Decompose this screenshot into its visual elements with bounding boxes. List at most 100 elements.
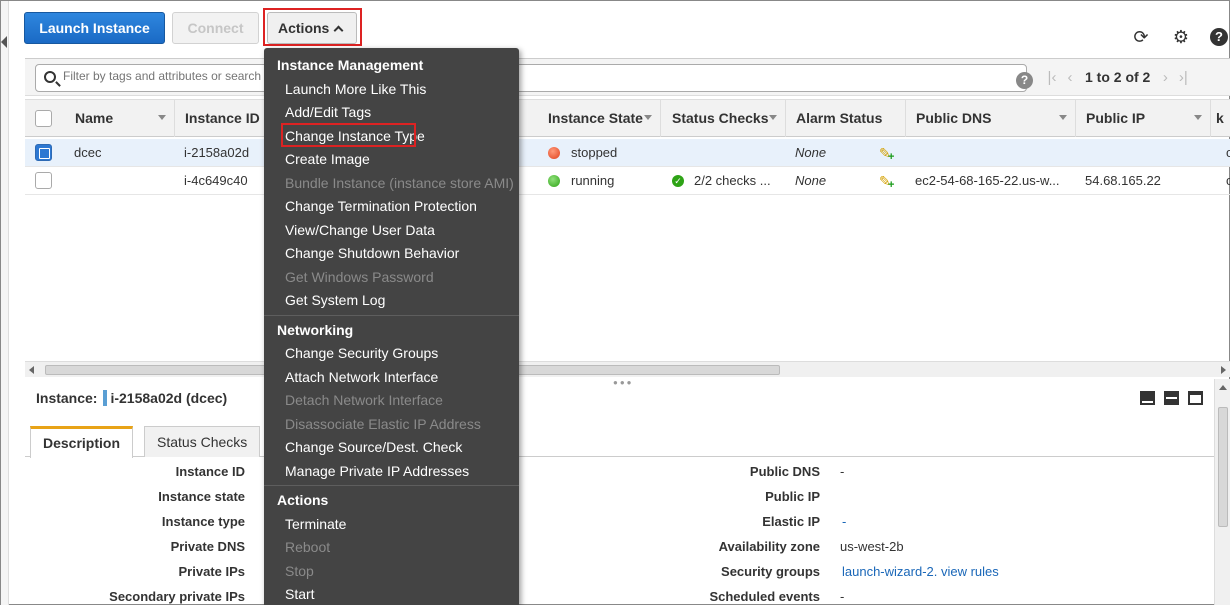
sort-icon bbox=[769, 115, 777, 120]
first-page-icon[interactable]: |‹ bbox=[1043, 69, 1061, 86]
check-icon: ✓ bbox=[672, 175, 684, 187]
col-instance-state[interactable]: Instance State bbox=[538, 100, 661, 137]
cell-state: running bbox=[571, 173, 615, 188]
col-status-checks[interactable]: Status Checks bbox=[662, 100, 786, 137]
detail-title: Instance: i-2158a02d (dcec) bbox=[36, 390, 227, 406]
menu-item-terminate[interactable]: Terminate bbox=[285, 516, 346, 532]
scroll-left-icon[interactable] bbox=[29, 366, 34, 374]
value-scheduled-events: - bbox=[840, 589, 845, 604]
security-group-link[interactable]: launch-wizard-2 bbox=[842, 564, 934, 579]
menu-item-launch-more[interactable]: Launch More Like This bbox=[285, 81, 426, 97]
menu-heading-instance-management: Instance Management bbox=[277, 57, 424, 73]
menu-item-add-edit-tags[interactable]: Add/Edit Tags bbox=[285, 104, 371, 120]
cell-state: stopped bbox=[571, 145, 618, 160]
launch-instance-button[interactable]: Launch Instance bbox=[24, 12, 165, 44]
col-alarm-status-label: Alarm Status bbox=[796, 110, 883, 126]
col-overflow[interactable]: k bbox=[1211, 100, 1230, 137]
scroll-up-icon[interactable] bbox=[1219, 385, 1227, 390]
scrollbar-thumb[interactable] bbox=[1218, 407, 1228, 527]
scroll-right-icon[interactable] bbox=[1221, 366, 1226, 374]
stopped-status-icon bbox=[548, 147, 560, 159]
cell-name: dcec bbox=[74, 145, 102, 160]
detail-title-value: i-2158a02d (dcec) bbox=[110, 390, 228, 406]
tab-description[interactable]: Description bbox=[30, 426, 134, 458]
label-private-ips: Private IPs bbox=[178, 564, 246, 579]
row-checkbox[interactable] bbox=[35, 144, 52, 161]
menu-item-attach-interface[interactable]: Attach Network Interface bbox=[285, 369, 438, 385]
cell-public-dns: ec2-54-68-165-22.us-w... bbox=[915, 173, 1060, 188]
sort-icon bbox=[1059, 115, 1067, 120]
menu-item-create-image[interactable]: Create Image bbox=[285, 151, 370, 167]
menu-item-user-data[interactable]: View/Change User Data bbox=[285, 222, 435, 238]
pane-split-icon[interactable] bbox=[1164, 391, 1179, 405]
label-instance-type: Instance type bbox=[161, 514, 245, 529]
value-elastic-ip[interactable]: - bbox=[842, 514, 846, 529]
col-instance-id-label: Instance ID bbox=[185, 110, 260, 126]
table-header: Name Instance ID Instance State Status C… bbox=[25, 99, 1230, 137]
search-help-icon[interactable]: ? bbox=[1016, 72, 1033, 89]
menu-item-disassociate-eip: Disassociate Elastic IP Address bbox=[285, 416, 481, 432]
last-page-icon[interactable]: ›| bbox=[1174, 69, 1192, 86]
menu-item-shutdown-behavior[interactable]: Change Shutdown Behavior bbox=[285, 245, 459, 261]
menu-item-security-groups[interactable]: Change Security Groups bbox=[285, 345, 438, 361]
side-panel-toggle[interactable] bbox=[1, 1, 9, 605]
col-name-label: Name bbox=[75, 110, 114, 126]
gear-icon[interactable]: ⚙ bbox=[1171, 27, 1191, 47]
tab-status-checks[interactable]: Status Checks bbox=[144, 426, 261, 457]
row-checkbox[interactable] bbox=[35, 172, 52, 189]
col-public-ip[interactable]: Public IP bbox=[1076, 100, 1211, 137]
label-public-dns: Public DNS bbox=[749, 464, 820, 479]
label-availability-zone: Availability zone bbox=[718, 539, 820, 554]
menu-item-bundle-instance: Bundle Instance (instance store AMI) bbox=[285, 175, 514, 191]
pane-minimize-icon[interactable] bbox=[1188, 391, 1203, 405]
menu-item-source-dest-check[interactable]: Change Source/Dest. Check bbox=[285, 439, 462, 455]
search-box[interactable]: ? bbox=[35, 64, 1033, 92]
col-name[interactable]: Name bbox=[65, 100, 175, 137]
cell-overflow: c bbox=[1226, 173, 1230, 188]
label-public-ip: Public IP bbox=[765, 489, 820, 504]
cell-status-checks[interactable]: 2/2 checks ... bbox=[694, 167, 780, 195]
next-page-icon[interactable]: › bbox=[1156, 69, 1174, 86]
label-instance-id: Instance ID bbox=[175, 464, 245, 479]
vertical-scrollbar[interactable] bbox=[1214, 379, 1230, 605]
prev-page-icon[interactable]: ‹ bbox=[1061, 69, 1079, 86]
security-groups-value: launch-wizard-2. view rules bbox=[842, 564, 999, 579]
pane-maximize-icon[interactable] bbox=[1140, 391, 1155, 405]
menu-item-private-ips[interactable]: Manage Private IP Addresses bbox=[285, 463, 469, 479]
add-alarm-icon[interactable]: ✎ bbox=[879, 173, 895, 193]
label-scheduled-events: Scheduled events bbox=[709, 589, 820, 604]
cell-alarm: None bbox=[795, 145, 827, 160]
horizontal-scrollbar[interactable] bbox=[25, 361, 1230, 377]
col-instance-state-label: Instance State bbox=[548, 110, 643, 126]
menu-divider bbox=[264, 485, 519, 486]
actions-menu: Instance Management Launch More Like Thi… bbox=[264, 48, 519, 605]
menu-item-system-log[interactable]: Get System Log bbox=[285, 292, 385, 308]
menu-item-windows-password: Get Windows Password bbox=[285, 269, 434, 285]
table-row[interactable]: dcec i-2158a02d stopped None ✎ c bbox=[25, 139, 1230, 167]
refresh-icon[interactable]: ⟳ bbox=[1131, 27, 1151, 47]
col-status-checks-label: Status Checks bbox=[672, 110, 769, 126]
label-security-groups: Security groups bbox=[721, 564, 820, 579]
cell-instance-id: i-2158a02d bbox=[184, 145, 250, 160]
actions-highlight-box bbox=[263, 8, 362, 46]
menu-heading-networking: Networking bbox=[277, 322, 354, 338]
select-all-checkbox[interactable] bbox=[35, 110, 52, 127]
cell-public-ip: 54.68.165.22 bbox=[1085, 173, 1161, 188]
value-availability-zone: us-west-2b bbox=[840, 539, 904, 554]
help-icon[interactable]: ? bbox=[1210, 28, 1228, 46]
col-alarm-status[interactable]: Alarm Status bbox=[786, 100, 906, 137]
sort-icon bbox=[1194, 115, 1202, 120]
add-alarm-icon[interactable]: ✎ bbox=[879, 145, 895, 165]
col-instance-id[interactable]: Instance ID bbox=[175, 100, 275, 137]
menu-item-start[interactable]: Start bbox=[285, 586, 315, 602]
col-public-dns[interactable]: Public DNS bbox=[906, 100, 1076, 137]
label-elastic-ip: Elastic IP bbox=[762, 514, 820, 529]
collapse-arrow-icon bbox=[1, 36, 7, 48]
pane-resize-handle[interactable]: ●●● bbox=[613, 378, 634, 387]
menu-item-termination-protection[interactable]: Change Termination Protection bbox=[285, 198, 477, 214]
value-public-dns: - bbox=[840, 464, 845, 479]
label-instance-state: Instance state bbox=[158, 489, 245, 504]
sort-icon bbox=[644, 115, 652, 120]
table-row[interactable]: i-4c649c40 running ✓ 2/2 checks ... None… bbox=[25, 167, 1230, 195]
view-rules-link[interactable]: . view rules bbox=[934, 564, 999, 579]
